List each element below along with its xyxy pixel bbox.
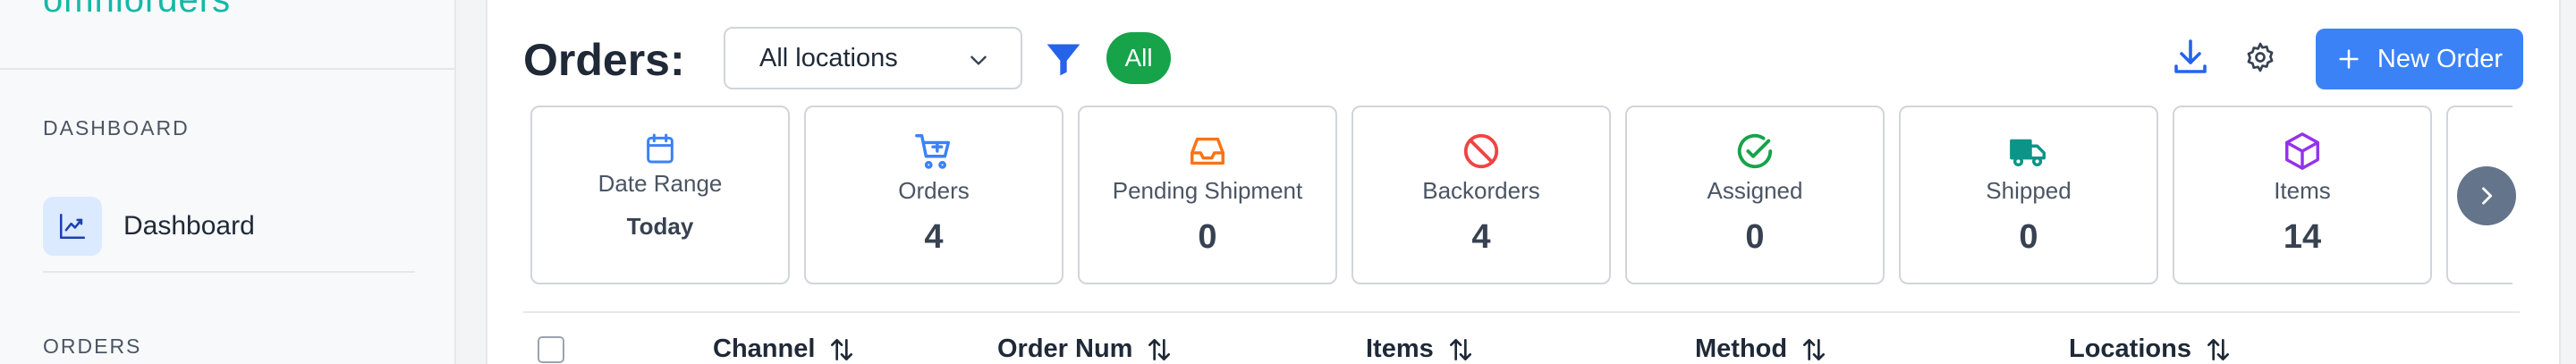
sort-icon — [1148, 338, 1171, 360]
cube-icon — [2285, 132, 2319, 170]
carousel-next-button[interactable] — [2457, 166, 2516, 225]
chart-line-icon — [43, 197, 102, 256]
column-label: Channel — [713, 334, 816, 363]
select-all-checkbox[interactable] — [538, 336, 564, 363]
column-label: Method — [1695, 334, 1788, 363]
table-divider — [523, 311, 2520, 313]
stat-label: Orders — [898, 177, 970, 204]
stat-value: 0 — [2019, 218, 2038, 256]
sidebar-item-dashboard[interactable]: Dashboard — [43, 195, 415, 258]
chevron-right-icon — [2482, 187, 2493, 205]
cart-plus-icon — [915, 134, 951, 169]
column-label: Items — [1366, 334, 1434, 363]
truck-icon — [2010, 139, 2046, 167]
stat-card-backorders[interactable]: Backorders 4 — [1352, 106, 1611, 284]
stat-value: 0 — [1745, 218, 1765, 256]
stat-cards-row: Date Range Today Orders 4 Pending Shipme… — [530, 106, 2512, 284]
stat-value: Today — [626, 213, 694, 240]
orders-panel: Orders: All locations All New Order Date… — [486, 0, 2561, 364]
stat-value: 14 — [2283, 218, 2322, 256]
sort-icon — [831, 338, 853, 360]
ban-icon — [1463, 133, 1499, 169]
app-logo[interactable]: omniorders — [43, 0, 231, 21]
stat-card-date-range[interactable]: Date Range Today — [530, 106, 790, 284]
column-header-items[interactable]: Items — [1366, 334, 1475, 364]
sidebar-section-dashboard: DASHBOARD — [43, 116, 190, 140]
stat-value: 0 — [1198, 218, 1217, 256]
column-label: Locations — [2069, 334, 2191, 363]
stat-card-orders[interactable]: Orders 4 — [804, 106, 1063, 284]
sort-icon — [1803, 338, 1826, 360]
sidebar-divider — [43, 271, 415, 273]
stat-cards-carousel: Date Range Today Orders 4 Pending Shipme… — [530, 106, 2512, 286]
column-header-channel[interactable]: Channel — [713, 334, 856, 364]
location-select-value: All locations — [759, 43, 898, 72]
stat-value: 4 — [924, 218, 944, 256]
stat-value: 4 — [1471, 218, 1491, 256]
stat-label: Backorders — [1422, 177, 1540, 204]
calendar-icon — [647, 133, 674, 164]
stat-label: Date Range — [597, 170, 723, 197]
download-icon[interactable] — [2169, 36, 2212, 79]
column-header-order-num[interactable]: Order Num — [997, 334, 1174, 364]
stat-card-shipped[interactable]: Shipped 0 — [1899, 106, 2158, 284]
column-header-method[interactable]: Method — [1695, 334, 1828, 364]
new-order-label: New Order — [2377, 44, 2504, 73]
stat-label: Shipped — [1986, 177, 2072, 204]
gear-icon[interactable] — [2244, 41, 2276, 73]
inbox-icon — [1191, 137, 1224, 165]
page-title: Orders: — [523, 35, 685, 85]
sort-icon — [1449, 338, 1471, 360]
orders-toolbar: Orders: All locations All New Order — [523, 27, 2523, 89]
stat-label: Items — [2274, 177, 2331, 204]
stat-label: Assigned — [1707, 177, 1803, 204]
chevron-down-icon — [970, 55, 987, 65]
filter-pill-all[interactable]: All — [1106, 32, 1171, 84]
plus-icon — [2339, 49, 2359, 69]
sidebar-item-label: Dashboard — [123, 211, 255, 241]
stat-card-assigned[interactable]: Assigned 0 — [1625, 106, 1885, 284]
location-select[interactable]: All locations — [724, 27, 1022, 89]
sidebar-section-orders: ORDERS — [43, 334, 142, 358]
sidebar-divider — [0, 68, 454, 70]
filter-icon[interactable] — [1044, 39, 1083, 79]
stat-label: Pending Shipment — [1112, 177, 1303, 204]
column-header-locations[interactable]: Locations — [2069, 334, 2233, 364]
sidebar: omniorders DASHBOARD Dashboard ORDERS — [0, 0, 456, 364]
stat-card-items[interactable]: Items 14 — [2173, 106, 2432, 284]
sort-icon — [2207, 338, 2229, 360]
column-label: Order Num — [997, 334, 1133, 363]
stat-card-pending-shipment[interactable]: Pending Shipment 0 — [1078, 106, 1337, 284]
check-circle-icon — [1737, 133, 1773, 169]
new-order-button[interactable]: New Order — [2316, 29, 2523, 89]
